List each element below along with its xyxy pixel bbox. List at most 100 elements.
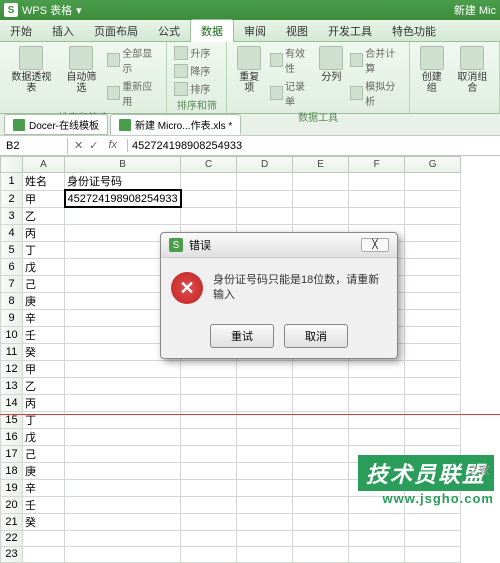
ribbon-tab-4[interactable]: 数据 bbox=[190, 19, 234, 42]
cell[interactable] bbox=[65, 462, 181, 479]
row-header[interactable]: 8 bbox=[1, 292, 23, 309]
cell[interactable]: 己 bbox=[23, 445, 65, 462]
cell[interactable] bbox=[181, 462, 237, 479]
cell[interactable] bbox=[293, 173, 349, 191]
pivot-table-button[interactable]: 数据透视表 bbox=[6, 44, 57, 96]
cell[interactable] bbox=[405, 258, 461, 275]
cell[interactable] bbox=[349, 428, 405, 445]
row-header[interactable]: 1 bbox=[1, 173, 23, 191]
cell[interactable] bbox=[237, 462, 293, 479]
retry-button[interactable]: 重试 bbox=[210, 324, 274, 348]
cell[interactable] bbox=[237, 190, 293, 207]
row-header[interactable]: 19 bbox=[1, 479, 23, 496]
row-header[interactable]: 13 bbox=[1, 377, 23, 394]
cell[interactable] bbox=[349, 530, 405, 546]
cell[interactable] bbox=[405, 224, 461, 241]
text-to-columns-button[interactable]: 分列 bbox=[317, 44, 345, 85]
cell[interactable]: 庚 bbox=[23, 292, 65, 309]
cell[interactable] bbox=[405, 190, 461, 207]
cell[interactable] bbox=[181, 207, 237, 224]
cell[interactable] bbox=[405, 530, 461, 546]
ribbon-tab-1[interactable]: 插入 bbox=[42, 20, 84, 42]
cell[interactable] bbox=[237, 377, 293, 394]
cell[interactable] bbox=[237, 546, 293, 562]
cell[interactable] bbox=[405, 428, 461, 445]
cell[interactable]: 戊 bbox=[23, 428, 65, 445]
cell[interactable]: 甲 bbox=[23, 190, 65, 207]
row-header[interactable]: 14 bbox=[1, 394, 23, 411]
col-header[interactable]: F bbox=[349, 157, 405, 173]
form-button[interactable]: 记录单 bbox=[269, 77, 313, 109]
sort-button[interactable]: 排序 bbox=[173, 80, 211, 97]
cell[interactable] bbox=[405, 275, 461, 292]
cell[interactable] bbox=[65, 428, 181, 445]
cell[interactable] bbox=[405, 513, 461, 530]
cell[interactable] bbox=[237, 530, 293, 546]
row-header[interactable]: 10 bbox=[1, 326, 23, 343]
duplicates-button[interactable]: 重复项 bbox=[233, 44, 265, 96]
cell[interactable] bbox=[349, 173, 405, 191]
dropdown-icon[interactable]: ▾ bbox=[76, 4, 82, 17]
cell[interactable] bbox=[293, 394, 349, 411]
document-tab[interactable]: Docer-在线模板 bbox=[4, 114, 108, 135]
cell[interactable] bbox=[293, 207, 349, 224]
cell[interactable] bbox=[181, 360, 237, 377]
cell[interactable] bbox=[293, 360, 349, 377]
ribbon-tab-8[interactable]: 特色功能 bbox=[382, 20, 446, 42]
cell[interactable]: 丙 bbox=[23, 224, 65, 241]
cell[interactable] bbox=[405, 173, 461, 191]
cell[interactable]: 乙 bbox=[23, 377, 65, 394]
row-header[interactable]: 5 bbox=[1, 241, 23, 258]
ribbon-tab-6[interactable]: 视图 bbox=[276, 20, 318, 42]
cell[interactable] bbox=[293, 445, 349, 462]
row-header[interactable]: 18 bbox=[1, 462, 23, 479]
cell[interactable]: 身份证号码 bbox=[65, 173, 181, 191]
cell[interactable] bbox=[293, 479, 349, 496]
cell[interactable] bbox=[405, 377, 461, 394]
cell[interactable] bbox=[23, 530, 65, 546]
row-header[interactable]: 4 bbox=[1, 224, 23, 241]
cell[interactable] bbox=[181, 479, 237, 496]
col-header[interactable]: D bbox=[237, 157, 293, 173]
cell[interactable] bbox=[237, 479, 293, 496]
cell[interactable] bbox=[405, 360, 461, 377]
cell[interactable] bbox=[181, 173, 237, 191]
sort-desc-button[interactable]: 降序 bbox=[173, 62, 211, 79]
cell[interactable]: 癸 bbox=[23, 343, 65, 360]
cell[interactable] bbox=[181, 530, 237, 546]
cell[interactable] bbox=[349, 360, 405, 377]
cell[interactable] bbox=[349, 207, 405, 224]
row-header[interactable]: 7 bbox=[1, 275, 23, 292]
cell[interactable] bbox=[405, 546, 461, 562]
ribbon-tab-0[interactable]: 开始 bbox=[0, 20, 42, 42]
cell[interactable] bbox=[65, 207, 181, 224]
cell[interactable] bbox=[181, 496, 237, 513]
col-header[interactable]: G bbox=[405, 157, 461, 173]
cell[interactable] bbox=[405, 207, 461, 224]
cell[interactable] bbox=[293, 530, 349, 546]
cell[interactable]: 戊 bbox=[23, 258, 65, 275]
cell[interactable] bbox=[181, 513, 237, 530]
row-header[interactable]: 23 bbox=[1, 546, 23, 562]
cell[interactable]: 癸 bbox=[23, 513, 65, 530]
cell[interactable] bbox=[65, 513, 181, 530]
cell[interactable] bbox=[65, 530, 181, 546]
cell[interactable] bbox=[65, 445, 181, 462]
whatif-button[interactable]: 模拟分析 bbox=[349, 77, 402, 109]
cell[interactable]: 壬 bbox=[23, 496, 65, 513]
col-header[interactable]: E bbox=[293, 157, 349, 173]
cell[interactable] bbox=[65, 394, 181, 411]
row-header[interactable]: 12 bbox=[1, 360, 23, 377]
cell[interactable] bbox=[293, 546, 349, 562]
cell[interactable]: 姓名 bbox=[23, 173, 65, 191]
cell[interactable] bbox=[181, 394, 237, 411]
cell[interactable] bbox=[349, 546, 405, 562]
col-header[interactable]: C bbox=[181, 157, 237, 173]
cell[interactable] bbox=[293, 377, 349, 394]
cell[interactable] bbox=[181, 190, 237, 207]
cell[interactable]: 乙 bbox=[23, 207, 65, 224]
row-header[interactable]: 16 bbox=[1, 428, 23, 445]
cell[interactable] bbox=[405, 343, 461, 360]
sort-asc-button[interactable]: 升序 bbox=[173, 44, 211, 61]
ribbon-tab-5[interactable]: 审阅 bbox=[234, 20, 276, 42]
